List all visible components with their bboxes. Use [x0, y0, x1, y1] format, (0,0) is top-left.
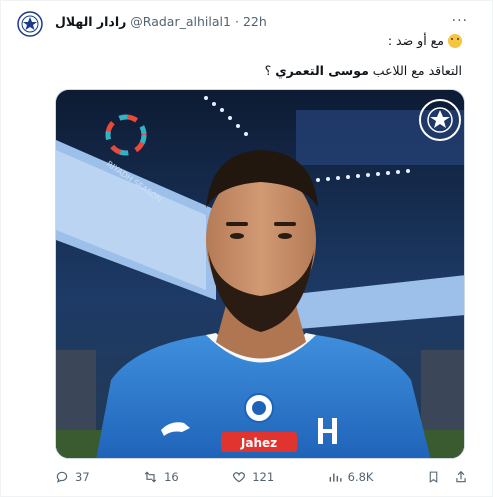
views-chart-icon	[328, 470, 342, 484]
heart-icon	[232, 470, 246, 484]
svg-text:Jahez: Jahez	[240, 436, 277, 450]
separator-dot: ·	[234, 13, 239, 29]
reply-count: 37	[75, 470, 90, 484]
thinking-face-icon	[448, 33, 462, 48]
tweet-text-suffix: ؟	[264, 63, 272, 78]
tweet-text-prefix: التعاقد مع اللاعب	[372, 63, 462, 78]
author-handle[interactable]: @Radar_alhilal1	[130, 14, 231, 29]
tweet-text-line-2: التعاقد مع اللاعب موسى التعمري ؟	[55, 63, 462, 78]
secondary-actions	[427, 470, 468, 484]
reply-button[interactable]: 37	[55, 470, 90, 484]
avatar[interactable]	[17, 11, 43, 37]
tweet: رادار الهلال @Radar_alhilal1 · 22h ··· م…	[0, 0, 493, 497]
views-button[interactable]: 6.8K	[328, 470, 374, 484]
tweet-text-line-1: مع أو ضد :	[55, 33, 462, 48]
tweet-header: رادار الهلال @Radar_alhilal1 · 22h	[55, 11, 452, 31]
like-count: 121	[252, 470, 275, 484]
tweet-media[interactable]: RIYADH SEASON Jahez	[55, 89, 465, 459]
repost-icon	[143, 470, 158, 484]
bookmark-icon[interactable]	[427, 470, 440, 484]
author-name[interactable]: رادار الهلال	[55, 14, 126, 29]
reply-icon	[55, 470, 69, 484]
views-count: 6.8K	[347, 470, 374, 484]
player-name: موسى التعمري	[275, 63, 369, 78]
tweet-actions: 37 16 121 6.8K	[55, 467, 468, 487]
repost-count: 16	[164, 470, 179, 484]
player-photo: RIYADH SEASON Jahez	[56, 90, 464, 458]
timestamp[interactable]: 22h	[243, 14, 267, 29]
like-button[interactable]: 121	[232, 470, 274, 484]
share-icon[interactable]	[454, 470, 468, 484]
more-options-icon[interactable]: ···	[452, 13, 468, 29]
repost-button[interactable]: 16	[143, 470, 179, 484]
radar-logo-icon	[17, 11, 43, 37]
hilal-crest-icon	[244, 393, 274, 423]
tweet-question: مع أو ضد :	[387, 33, 444, 48]
